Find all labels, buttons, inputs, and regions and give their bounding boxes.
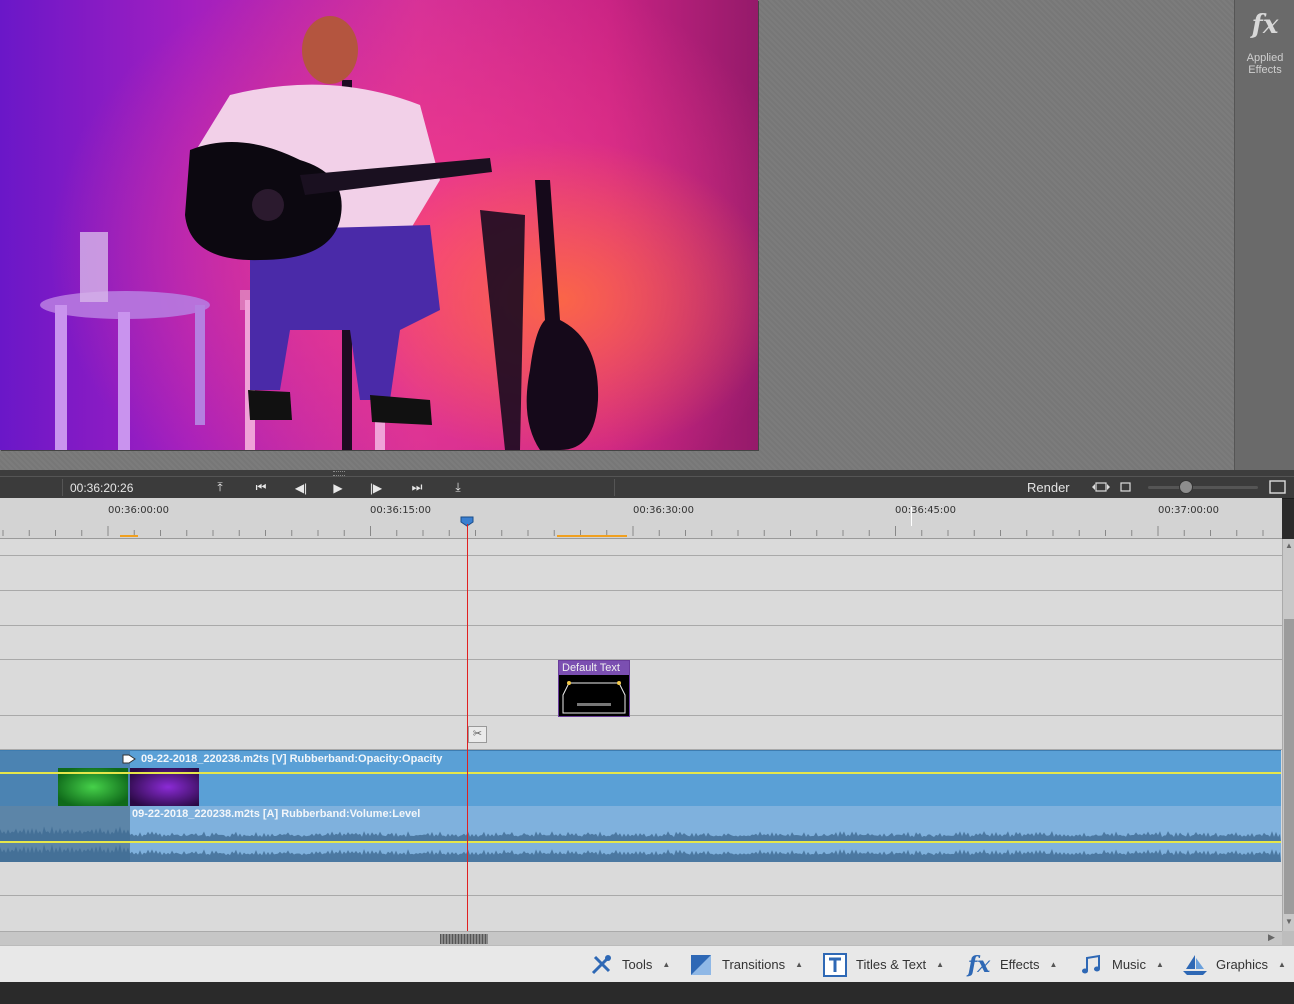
transitions-icon	[688, 952, 714, 978]
track-lane[interactable]	[0, 591, 1282, 626]
render-button[interactable]: Render	[1027, 480, 1070, 495]
transport-bar: 00:36:20:26 ⤒ ⏮ ◀| ▶ |▶ ⏭ ⤓ Render	[0, 476, 1294, 499]
track-lane[interactable]	[0, 539, 1282, 556]
divider	[62, 479, 63, 496]
opacity-rubberband[interactable]	[0, 772, 1281, 774]
goto-out-button[interactable]: ⤓	[446, 477, 470, 498]
play-button[interactable]: ▶	[326, 477, 350, 498]
applied-effects-label: Applied Effects	[1246, 52, 1284, 76]
scroll-down-arrow[interactable]: ▼	[1284, 917, 1294, 927]
playhead-line[interactable]	[467, 524, 468, 931]
current-timecode[interactable]: 00:36:20:26	[70, 481, 133, 495]
goto-start-button[interactable]: ⏮	[249, 477, 273, 498]
monitor-panel	[0, 0, 1234, 470]
music-button[interactable]: Music ▲	[1078, 946, 1164, 983]
ruler-label: 00:36:30:00	[633, 505, 695, 516]
step-back-button[interactable]: ◀|	[289, 477, 313, 498]
scrollbar-corner	[1282, 931, 1294, 945]
video-clip[interactable]: 09-22-2018_220238.m2ts [V] Rubberband:Op…	[130, 750, 1281, 807]
status-footer	[0, 982, 1294, 1004]
bottom-toolbar: Tools ▲ Transitions ▲ Titles & Text ▲ fx…	[0, 945, 1294, 983]
keyframe-icon[interactable]	[121, 751, 137, 767]
caret-up-icon: ▲	[936, 960, 944, 969]
title-clip-label: Default Text	[559, 661, 629, 675]
zoom-out-icon[interactable]	[1120, 482, 1131, 492]
video-clip-label: 09-22-2018_220238.m2ts [V] Rubberband:Op…	[141, 753, 443, 765]
ruler-ticks	[2, 526, 1264, 536]
volume-rubberband[interactable]	[0, 841, 1281, 843]
music-icon	[1078, 952, 1104, 978]
zoom-slider-track[interactable]	[1148, 486, 1258, 489]
scroll-up-arrow[interactable]: ▲	[1284, 541, 1294, 551]
titles-text-icon	[822, 952, 848, 978]
ruler-label: 00:36:45:00	[895, 505, 957, 516]
titles-text-label: Titles & Text	[856, 957, 927, 972]
graphics-boat-icon	[1182, 952, 1208, 978]
effects-label: Effects	[1000, 957, 1040, 972]
goto-end-icon: ⏭	[411, 480, 423, 494]
audio-waveform	[0, 826, 1281, 862]
marker-range	[120, 535, 138, 537]
track-lane[interactable]	[0, 660, 1282, 716]
goto-in-icon: ⤒	[217, 480, 223, 494]
ruler-label: 00:36:00:00	[108, 505, 170, 516]
fit-timeline-icon[interactable]	[1091, 481, 1111, 493]
effects-button[interactable]: fx Effects ▲	[966, 946, 1058, 983]
track-lane[interactable]	[0, 896, 1282, 932]
marker-line	[911, 507, 912, 526]
goto-in-button[interactable]: ⤒	[208, 477, 232, 498]
scroll-right-arrow[interactable]: ▶	[1268, 932, 1275, 943]
title-clip-thumbnail	[562, 681, 626, 714]
track-lane[interactable]	[0, 556, 1282, 591]
divider	[614, 479, 615, 496]
fx-icon: fx	[1251, 10, 1279, 40]
caret-up-icon: ▲	[662, 960, 671, 969]
time-ruler[interactable]: 00:36:00:00 00:36:15:00 00:36:30:00 00:3…	[0, 498, 1282, 539]
transitions-label: Transitions	[722, 957, 786, 972]
tools-icon	[588, 952, 614, 978]
caret-up-icon: ▲	[1278, 960, 1286, 969]
horizontal-scrollbar[interactable]: ▶	[0, 931, 1282, 946]
tools-button[interactable]: Tools ▲	[588, 946, 670, 983]
step-back-icon: ◀|	[294, 480, 308, 495]
timeline-tracks[interactable]	[0, 539, 1282, 932]
ruler-label: 00:36:15:00	[370, 505, 432, 516]
effects-fx-icon: fx	[967, 951, 991, 978]
applied-effects-panel[interactable]: fx Applied Effects	[1234, 0, 1294, 470]
transitions-button[interactable]: Transitions ▲	[688, 946, 803, 983]
music-label: Music	[1112, 957, 1146, 972]
track-lane[interactable]	[0, 716, 1282, 750]
caret-up-icon: ▲	[795, 960, 804, 969]
track-lane[interactable]	[0, 862, 1282, 896]
ruler-label: 00:37:00:00	[1158, 505, 1220, 516]
zoom-in-icon[interactable]	[1269, 480, 1286, 494]
marker-range	[557, 535, 627, 537]
goto-end-button[interactable]: ⏭	[405, 477, 429, 498]
caret-up-icon: ▲	[1155, 960, 1164, 969]
step-forward-button[interactable]: |▶	[364, 477, 388, 498]
preview-scene	[40, 16, 599, 450]
title-clip[interactable]: Default Text	[558, 660, 630, 717]
zoom-slider-handle[interactable]	[1179, 480, 1193, 494]
titles-text-button[interactable]: Titles & Text ▲	[822, 946, 944, 983]
graphics-label: Graphics	[1216, 957, 1269, 972]
vertical-scroll-thumb[interactable]	[1284, 619, 1294, 914]
tools-label: Tools	[622, 957, 653, 972]
goto-out-icon: ⤓	[455, 480, 461, 494]
vertical-scrollbar[interactable]: ▲ ▼	[1282, 539, 1294, 931]
play-icon: ▶	[333, 480, 343, 495]
caret-up-icon: ▲	[1049, 960, 1058, 969]
scissors-icon[interactable]: ✂	[468, 726, 487, 743]
step-forward-icon: |▶	[369, 480, 383, 495]
graphics-button[interactable]: Graphics ▲	[1182, 946, 1286, 983]
track-lane[interactable]	[0, 626, 1282, 660]
goto-start-icon: ⏮	[255, 480, 267, 494]
video-preview[interactable]	[0, 0, 758, 450]
horizontal-scroll-thumb[interactable]	[440, 934, 488, 944]
